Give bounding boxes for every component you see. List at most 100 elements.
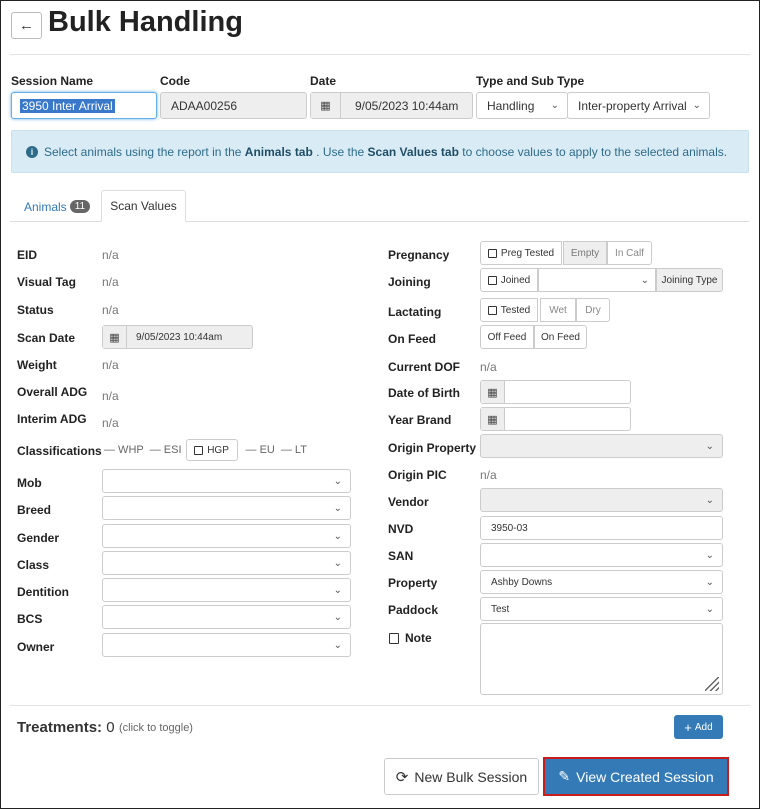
pregnancy-label: Pregnancy	[388, 248, 450, 262]
header-divider	[10, 54, 750, 55]
calendar-icon: ▦	[311, 93, 341, 118]
tab-scan-values[interactable]: Scan Values	[101, 190, 186, 222]
interim-adg-value: n/a	[102, 416, 119, 430]
mob-label: Mob	[17, 476, 42, 490]
chevron-down-icon: ⌄	[705, 603, 714, 615]
visual-tag-value: n/a	[102, 275, 119, 289]
empty-button[interactable]: Empty	[563, 241, 607, 265]
type-value: Handling	[487, 98, 535, 113]
class-select[interactable]: ⌄	[102, 551, 351, 575]
chevron-down-icon: ⌄	[705, 549, 714, 561]
san-select[interactable]: ⌄	[480, 543, 723, 567]
off-feed-button[interactable]: Off Feed	[480, 325, 534, 349]
class-whp[interactable]: — WHP	[104, 444, 144, 456]
note-textarea[interactable]	[480, 623, 723, 695]
note-label-group: Note	[389, 631, 432, 645]
joining-type-select[interactable]: ⌄	[538, 268, 656, 292]
hgp-label: HGP	[207, 444, 229, 456]
new-bulk-session-label: New Bulk Session	[414, 768, 528, 785]
vendor-select[interactable]: ⌄	[480, 488, 723, 512]
chevron-down-icon: ⌄	[333, 584, 342, 596]
joined-toggle[interactable]: Joined	[480, 268, 538, 292]
class-esi[interactable]: — ESI	[150, 444, 182, 456]
dry-button[interactable]: Dry	[576, 298, 610, 322]
dentition-label: Dentition	[17, 585, 69, 599]
origin-pic-label: Origin PIC	[388, 468, 447, 482]
calendar-icon: ▦	[481, 408, 505, 430]
interim-adg-label: Interim ADG	[17, 412, 87, 426]
property-label: Property	[388, 576, 438, 590]
on-feed-label: On Feed	[388, 332, 437, 346]
session-name-input[interactable]: 3950 Inter Arrival	[11, 92, 157, 119]
chevron-down-icon: ⌄	[705, 440, 714, 452]
class-lt[interactable]: — LT	[281, 444, 307, 456]
chevron-down-icon: ⌄	[333, 611, 342, 623]
joining-group: Joined ⌄ Joining Type	[480, 268, 723, 292]
date-input[interactable]: ▦ 9/05/2023 10:44am	[310, 92, 473, 119]
joined-label: Joined	[500, 274, 531, 286]
tab-animals[interactable]: Animals 11	[11, 191, 103, 222]
hgp-toggle[interactable]: HGP	[185, 439, 238, 461]
resize-grip-icon[interactable]	[705, 677, 719, 691]
add-treatment-button[interactable]: + Add	[674, 715, 723, 739]
info-text-1: Select animals using the report in the	[44, 144, 242, 159]
dob-input[interactable]: ▦	[480, 380, 631, 404]
type-select[interactable]: Handling ⌄	[476, 92, 568, 119]
back-button[interactable]: ←	[11, 12, 42, 39]
preg-tested-toggle[interactable]: Preg Tested	[480, 241, 562, 265]
in-calf-button[interactable]: In Calf	[607, 241, 652, 265]
treatments-divider	[10, 705, 750, 706]
mob-select[interactable]: ⌄	[102, 469, 351, 493]
weight-label: Weight	[17, 358, 57, 372]
on-feed-button[interactable]: On Feed	[534, 325, 587, 349]
treatments-label: Treatments:	[17, 719, 103, 736]
tab-scan-label: Scan Values	[110, 199, 177, 213]
joining-type-addon: Joining Type	[656, 268, 723, 292]
year-brand-input[interactable]: ▦	[480, 407, 631, 431]
chevron-down-icon: ⌄	[333, 475, 342, 487]
info-icon: i	[26, 145, 38, 158]
classifications-label: Classifications	[17, 444, 102, 458]
current-dof-value: n/a	[480, 360, 497, 374]
current-dof-label: Current DOF	[388, 360, 460, 374]
session-name-value: 3950 Inter Arrival	[20, 98, 115, 113]
note-icon	[389, 632, 399, 644]
tested-toggle[interactable]: Tested	[480, 298, 538, 322]
property-select[interactable]: Ashby Downs ⌄	[480, 570, 723, 594]
code-value: ADAA00256	[171, 98, 238, 113]
info-bold-2: Scan Values tab	[367, 144, 459, 159]
code-input[interactable]: ADAA00256	[160, 92, 307, 119]
new-bulk-session-button[interactable]: ⟳ New Bulk Session	[384, 758, 539, 795]
add-label: Add	[694, 721, 713, 733]
chevron-down-icon: ⌄	[705, 494, 714, 506]
view-created-session-button[interactable]: ✎ View Created Session	[543, 757, 729, 796]
wet-button[interactable]: Wet	[540, 298, 576, 322]
breed-select[interactable]: ⌄	[102, 496, 351, 520]
paddock-value: Test	[491, 603, 510, 615]
scan-date-input[interactable]: ▦ 9/05/2023 10:44am	[102, 325, 253, 349]
origin-pic-value: n/a	[480, 468, 497, 482]
dentition-select[interactable]: ⌄	[102, 578, 351, 602]
type-label: Type and Sub Type	[476, 74, 585, 88]
paddock-select[interactable]: Test ⌄	[480, 597, 723, 621]
gender-select[interactable]: ⌄	[102, 524, 351, 548]
chevron-down-icon: ⌄	[333, 639, 342, 651]
bcs-label: BCS	[17, 612, 43, 626]
class-eu[interactable]: — EU	[246, 444, 275, 456]
chevron-down-icon: ⌄	[333, 557, 342, 569]
bcs-select[interactable]: ⌄	[102, 605, 351, 629]
classifications-group: — WHP — ESI HGP — EU — LT	[104, 438, 307, 462]
nvd-input[interactable]: 3950-03	[480, 516, 723, 540]
owner-select[interactable]: ⌄	[102, 633, 351, 657]
origin-property-label: Origin Property	[388, 441, 477, 455]
weight-value: n/a	[102, 358, 119, 372]
subtype-select[interactable]: Inter-property Arrival ⌄	[567, 92, 710, 119]
treatments-toggle[interactable]: Treatments: 0	[17, 719, 115, 736]
chevron-down-icon: ⌄	[333, 502, 342, 514]
visual-tag-label: Visual Tag	[17, 275, 76, 289]
lactating-label: Lactating	[388, 305, 442, 319]
date-value: 9/05/2023 10:44am	[355, 98, 459, 113]
origin-property-select[interactable]: ⌄	[480, 434, 723, 458]
eid-label: EID	[17, 248, 38, 262]
scan-date-value: 9/05/2023 10:44am	[136, 331, 223, 343]
